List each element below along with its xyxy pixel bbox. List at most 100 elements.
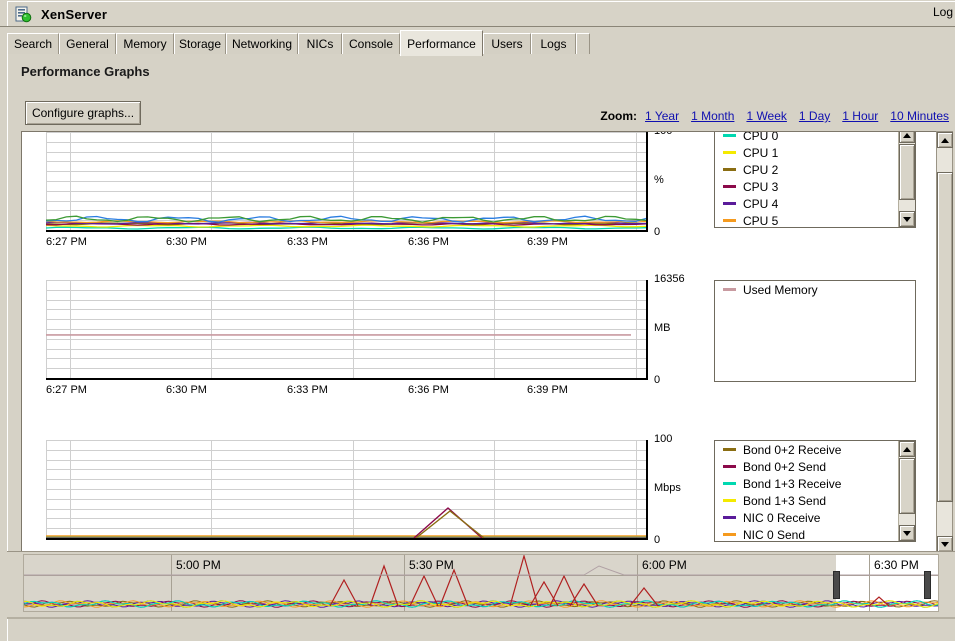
legend-item-label: CPU 5: [743, 214, 778, 228]
page-title: Performance Graphs: [21, 64, 150, 79]
legend-item-label: CPU 1: [743, 146, 778, 160]
legend-item[interactable]: Used Memory: [715, 281, 915, 298]
legend-color-swatch-icon: [723, 168, 736, 171]
tab-overflow-stub: [576, 33, 590, 54]
x-axis-tick-label: 6:36 PM: [408, 236, 449, 248]
graphs-viewport[interactable]: 100%06:27 PM6:30 PM6:33 PM6:36 PM6:39 PM…: [21, 131, 937, 553]
legend-color-swatch-icon: [723, 202, 736, 205]
legend-scrollbar-thumb[interactable]: [899, 458, 915, 514]
timeline-navigator[interactable]: 5:00 PM5:30 PM6:00 PM6:30 PM: [7, 551, 955, 619]
legend-item-label: Used Memory: [743, 283, 818, 297]
legend-item-label: Bond 0+2 Send: [743, 460, 826, 474]
zoom-controls: Zoom: 1 Year 1 Month 1 Week 1 Day 1 Hour…: [600, 109, 953, 123]
zoom-link-10-minutes[interactable]: 10 Minutes: [890, 109, 949, 123]
x-axis-tick-label: 6:33 PM: [287, 384, 328, 396]
legend-item[interactable]: Bond 0+2 Receive: [715, 441, 898, 458]
legend-scrollbar-thumb[interactable]: [899, 144, 915, 200]
legend-color-swatch-icon: [723, 185, 736, 188]
graphs-vertical-scrollbar[interactable]: [936, 131, 953, 553]
navigator-track[interactable]: 5:00 PM5:30 PM6:00 PM6:30 PM: [23, 554, 939, 612]
legend-memory: Used Memory: [714, 280, 916, 382]
x-axis-tick-label: 6:33 PM: [287, 236, 328, 248]
legend-item-label: Bond 1+3 Receive: [743, 477, 841, 491]
legend-item-label: Bond 0+2 Receive: [743, 443, 841, 457]
plot-area-memory[interactable]: [46, 280, 648, 380]
zoom-link-1-hour[interactable]: 1 Hour: [842, 109, 878, 123]
legend-scroll-up-button[interactable]: [899, 131, 915, 143]
legend-item-label: CPU 0: [743, 131, 778, 143]
legend-item-label: Bond 1+3 Send: [743, 494, 826, 508]
y-axis-max: 100: [654, 131, 672, 137]
tab-logs[interactable]: Logs: [531, 33, 576, 54]
x-axis-cpu: 6:27 PM6:30 PM6:33 PM6:36 PM6:39 PM: [22, 236, 722, 250]
tab-performance[interactable]: Performance: [400, 30, 483, 56]
zoom-label: Zoom:: [600, 109, 637, 123]
navigator-time-label: 5:30 PM: [404, 558, 454, 572]
tab-storage[interactable]: Storage: [174, 33, 226, 54]
tab-nics[interactable]: NICs: [298, 33, 342, 54]
legend-scroll-down-button[interactable]: [899, 525, 915, 541]
navigator-sparkline: [24, 555, 938, 611]
legend-scroll-down-button[interactable]: [899, 211, 915, 227]
y-axis-memory: 16356MB0: [654, 280, 714, 378]
x-axis-tick-label: 6:39 PM: [527, 236, 568, 248]
x-axis-tick-label: 6:39 PM: [527, 384, 568, 396]
legend-item[interactable]: CPU 4: [715, 195, 898, 212]
window-titlebar: XenServer Log: [0, 0, 955, 27]
zoom-link-1-month[interactable]: 1 Month: [691, 109, 734, 123]
legend-item[interactable]: CPU 2: [715, 161, 898, 178]
legend-item[interactable]: Bond 1+3 Receive: [715, 475, 898, 492]
legend-item-label: CPU 2: [743, 163, 778, 177]
legend-scrollbar[interactable]: [898, 131, 915, 227]
navigator-time-label: 6:00 PM: [637, 558, 687, 572]
legend-color-swatch-icon: [723, 151, 736, 154]
legend-color-swatch-icon: [723, 516, 736, 519]
plot-area-network[interactable]: [46, 440, 648, 540]
tab-search[interactable]: Search: [7, 33, 59, 54]
legend-item[interactable]: NIC 0 Send: [715, 526, 898, 542]
tab-users[interactable]: Users: [483, 33, 531, 54]
graph-block-cpu: 100%06:27 PM6:30 PM6:33 PM6:36 PM6:39 PM…: [22, 131, 937, 276]
navigator-handle-right[interactable]: [924, 571, 931, 599]
y-axis-cpu: 100%0: [654, 132, 714, 230]
tab-networking[interactable]: Networking: [226, 33, 298, 54]
legend-item[interactable]: CPU 5: [715, 212, 898, 228]
graph-block-network: 100Mbps0Bond 0+2 ReceiveBond 0+2 SendBon…: [22, 436, 937, 553]
scroll-up-button[interactable]: [937, 132, 953, 148]
y-axis-unit: Mbps: [654, 482, 681, 494]
legend-cpu: CPU 0 CPU 1 CPU 2 CPU 3CPU 4 CPU 5: [714, 131, 916, 228]
legend-item-label: CPU 3: [743, 180, 778, 194]
legend-item[interactable]: CPU 3: [715, 178, 898, 195]
scrollbar-thumb[interactable]: [937, 172, 953, 502]
legend-scroll-up-button[interactable]: [899, 441, 915, 457]
server-green-icon: [15, 6, 32, 23]
window-title: XenServer: [41, 7, 107, 22]
legend-item[interactable]: Bond 1+3 Send: [715, 492, 898, 509]
tab-memory[interactable]: Memory: [116, 33, 174, 54]
y-axis-unit: MB: [654, 322, 671, 334]
y-axis-network: 100Mbps0: [654, 440, 714, 538]
legend-color-swatch-icon: [723, 134, 736, 137]
x-axis-memory: 6:27 PM6:30 PM6:33 PM6:36 PM6:39 PM: [22, 384, 722, 398]
zoom-link-1-day[interactable]: 1 Day: [799, 109, 830, 123]
scroll-down-button[interactable]: [937, 536, 953, 552]
x-axis-tick-label: 6:30 PM: [166, 236, 207, 248]
legend-color-swatch-icon: [723, 499, 736, 502]
legend-color-swatch-icon: [723, 533, 736, 536]
legend-network: Bond 0+2 Receive Bond 0+2 Send Bond 1+3 Re…: [714, 440, 916, 542]
zoom-link-1-week[interactable]: 1 Week: [746, 109, 786, 123]
plot-area-cpu[interactable]: [46, 132, 648, 232]
legend-scrollbar[interactable]: [898, 441, 915, 541]
x-axis-tick-label: 6:36 PM: [408, 384, 449, 396]
navigator-handle-left[interactable]: [833, 571, 840, 599]
configure-graphs-button[interactable]: Configure graphs...: [25, 101, 141, 125]
navigator-time-label: 5:00 PM: [171, 558, 221, 572]
legend-item[interactable]: Bond 0+2 Send: [715, 458, 898, 475]
x-axis-tick-label: 6:30 PM: [166, 384, 207, 396]
tab-general[interactable]: General: [59, 33, 116, 54]
legend-item[interactable]: CPU 0: [715, 131, 898, 144]
legend-item[interactable]: CPU 1: [715, 144, 898, 161]
zoom-link-1-year[interactable]: 1 Year: [645, 109, 679, 123]
tab-console[interactable]: Console: [342, 33, 400, 54]
legend-item[interactable]: NIC 0 Receive: [715, 509, 898, 526]
